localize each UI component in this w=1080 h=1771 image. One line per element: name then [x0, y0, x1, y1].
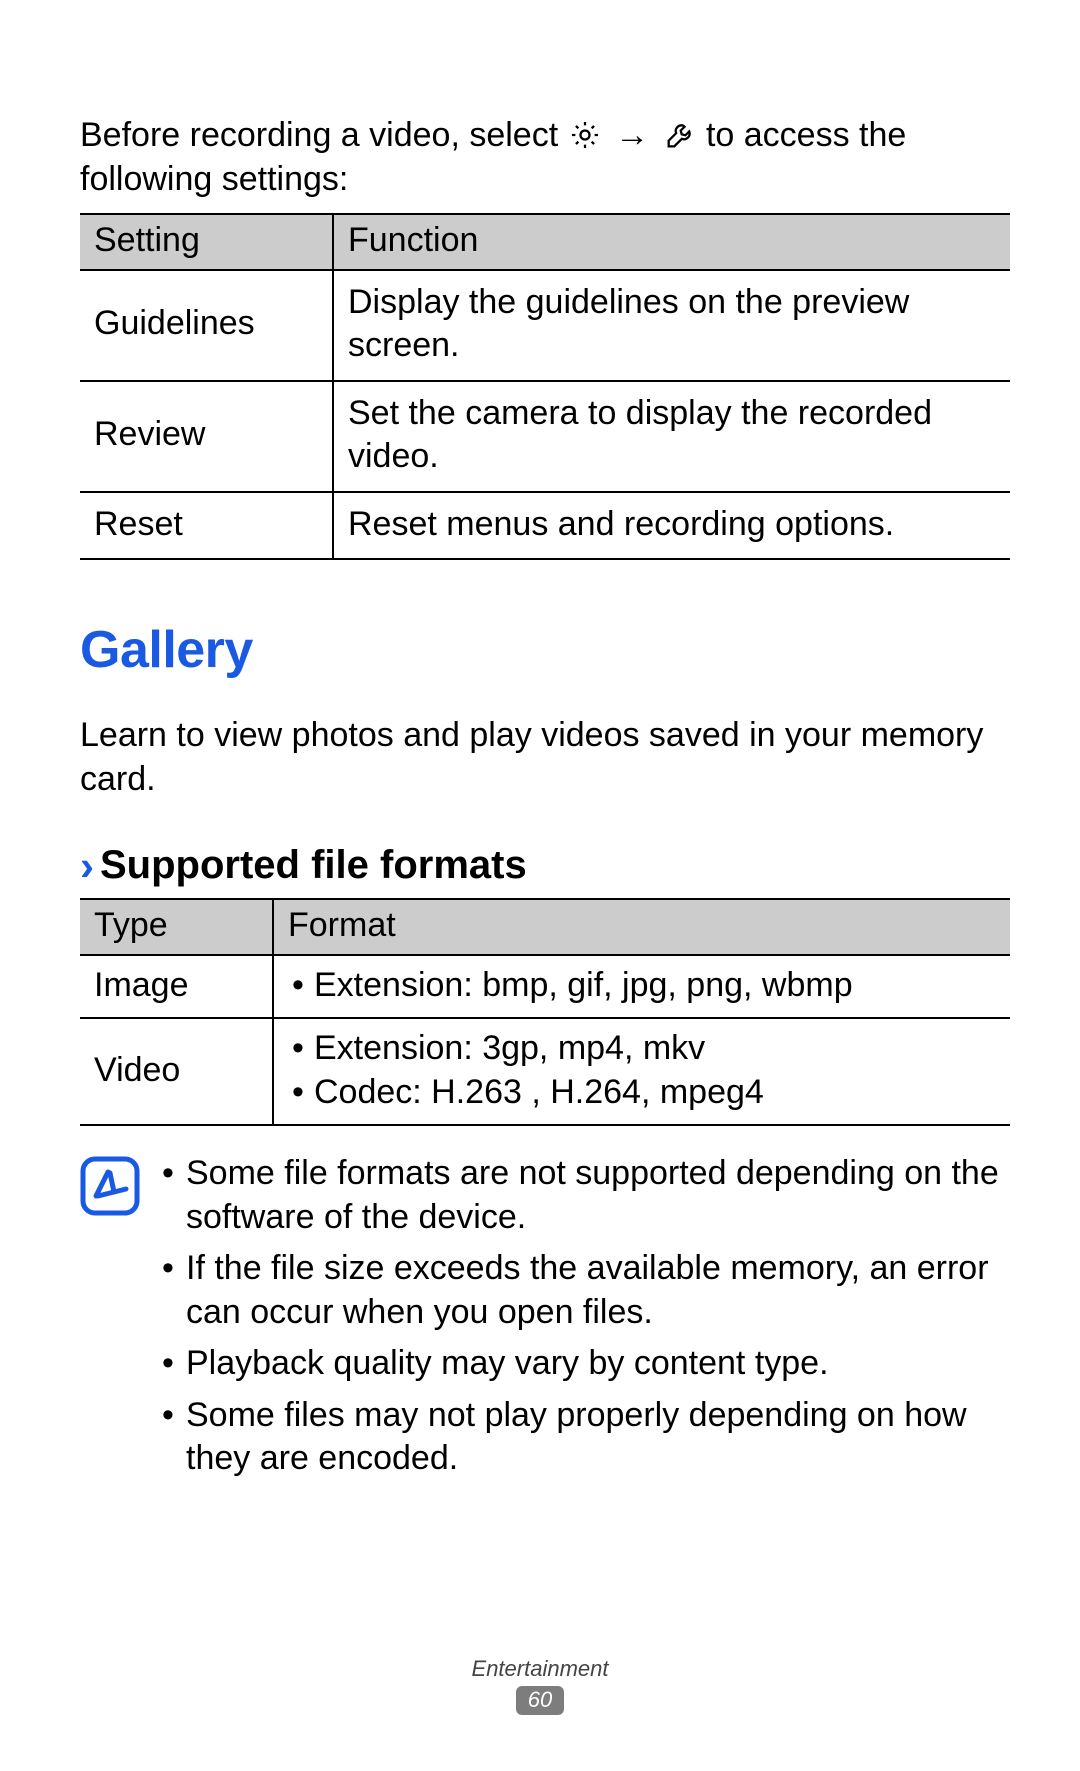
subsection-title: Supported file formats [100, 843, 527, 888]
list-item: If the file size exceeds the available m… [158, 1247, 1010, 1334]
list-item: Codec: H.263 , H.264, mpeg4 [288, 1071, 1000, 1115]
setting-name: Guidelines [80, 270, 333, 381]
list-item: Extension: bmp, gif, jpg, png, wbmp [288, 964, 1000, 1008]
arrow-glyph: → [611, 114, 653, 158]
list-item: Playback quality may vary by content typ… [158, 1342, 1010, 1386]
table-header-row: Type Format [80, 899, 1010, 955]
setting-name: Reset [80, 492, 333, 560]
format-cell: Extension: 3gp, mp4, mkv Codec: H.263 , … [273, 1018, 1010, 1125]
col-function-header: Function [333, 214, 1010, 270]
setting-function: Set the camera to display the recorded v… [333, 381, 1010, 492]
wrench-icon [663, 118, 697, 152]
col-format-header: Format [273, 899, 1010, 955]
setting-function: Reset menus and recording options. [333, 492, 1010, 560]
footer-section-label: Entertainment [0, 1656, 1080, 1682]
setting-name: Review [80, 381, 333, 492]
section-title-gallery: Gallery [80, 620, 1010, 680]
format-type: Video [80, 1018, 273, 1125]
settings-table: Setting Function Guidelines Display the … [80, 213, 1010, 560]
formats-table: Type Format Image Extension: bmp, gif, j… [80, 898, 1010, 1126]
table-header-row: Setting Function [80, 214, 1010, 270]
note-icon [80, 1156, 140, 1216]
gear-icon [568, 118, 602, 152]
format-list: Extension: 3gp, mp4, mkv Codec: H.263 , … [288, 1027, 1000, 1114]
chevron-right-icon: › [80, 845, 94, 887]
table-row: Reset Reset menus and recording options. [80, 492, 1010, 560]
table-row: Review Set the camera to display the rec… [80, 381, 1010, 492]
setting-function: Display the guidelines on the preview sc… [333, 270, 1010, 381]
col-type-header: Type [80, 899, 273, 955]
page-footer: Entertainment 60 [0, 1656, 1080, 1715]
subsection-heading: › Supported file formats [80, 843, 1010, 888]
format-type: Image [80, 955, 273, 1019]
list-item: Some files may not play properly dependi… [158, 1394, 1010, 1481]
note-list: Some file formats are not supported depe… [158, 1152, 1010, 1489]
table-row: Video Extension: 3gp, mp4, mkv Codec: H.… [80, 1018, 1010, 1125]
list-item: Some file formats are not supported depe… [158, 1152, 1010, 1239]
intro-paragraph: Before recording a video, select → to ac… [80, 114, 1010, 201]
format-list: Extension: bmp, gif, jpg, png, wbmp [288, 964, 1000, 1008]
table-row: Image Extension: bmp, gif, jpg, png, wbm… [80, 955, 1010, 1019]
section-lead: Learn to view photos and play videos sav… [80, 714, 1010, 801]
page-number-badge: 60 [516, 1686, 564, 1715]
col-setting-header: Setting [80, 214, 333, 270]
intro-text-1: Before recording a video, select [80, 116, 568, 154]
format-cell: Extension: bmp, gif, jpg, png, wbmp [273, 955, 1010, 1019]
manual-page: Before recording a video, select → to ac… [0, 0, 1080, 1771]
table-row: Guidelines Display the guidelines on the… [80, 270, 1010, 381]
note-block: Some file formats are not supported depe… [80, 1152, 1010, 1489]
list-item: Extension: 3gp, mp4, mkv [288, 1027, 1000, 1071]
